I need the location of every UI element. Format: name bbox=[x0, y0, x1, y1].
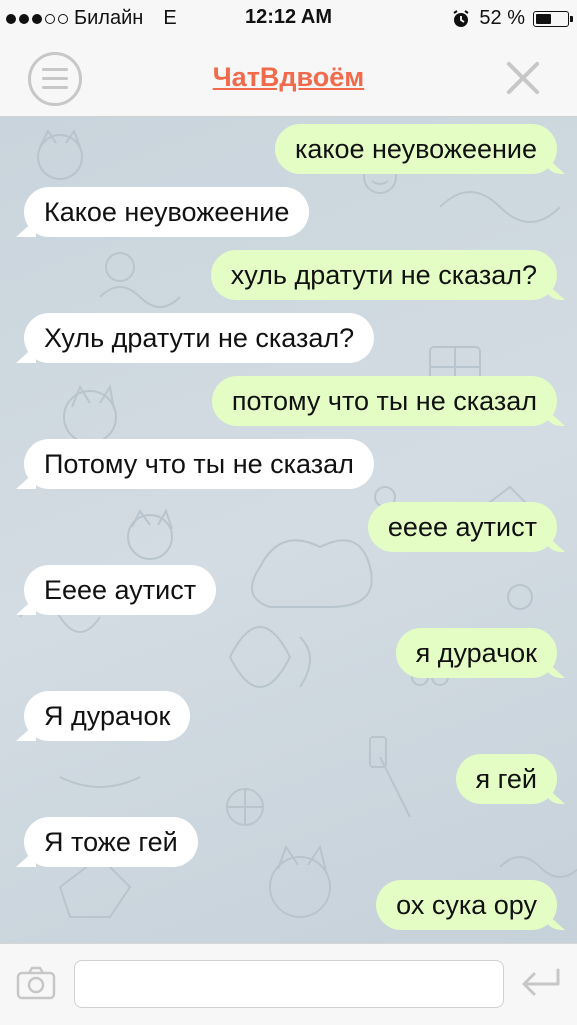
outgoing-message[interactable]: хуль дратути не сказал? bbox=[210, 250, 557, 300]
battery-percent: 52 % bbox=[479, 7, 525, 29]
outgoing-message[interactable]: ееее аутист bbox=[367, 502, 557, 552]
status-bar: Билайн E 12:12 AM 52 % bbox=[0, 0, 577, 38]
outgoing-message[interactable]: я дурачок bbox=[395, 628, 557, 678]
chat-title[interactable]: ЧатВдвоём bbox=[0, 62, 577, 93]
navigation-bar: ЧатВдвоём bbox=[0, 38, 577, 117]
outgoing-message[interactable]: какое неувожеение bbox=[274, 124, 557, 174]
outgoing-message[interactable]: потому что ты не сказал bbox=[211, 376, 557, 426]
alarm-clock-icon bbox=[453, 9, 469, 27]
camera-icon[interactable] bbox=[16, 966, 56, 1000]
chat-area[interactable]: какое неувожеение Какое неувожеение хуль д… bbox=[0, 117, 577, 943]
message-input[interactable] bbox=[74, 960, 504, 1008]
incoming-message[interactable]: Я дурачок bbox=[24, 691, 191, 741]
status-right: 52 % bbox=[451, 7, 573, 30]
input-bar bbox=[0, 943, 577, 1025]
incoming-message[interactable]: Еeee аутист bbox=[24, 565, 217, 615]
incoming-message[interactable]: Какое неувожеение bbox=[24, 187, 310, 237]
incoming-message[interactable]: Я тоже гей bbox=[24, 817, 198, 867]
outgoing-message[interactable]: я гей bbox=[455, 754, 557, 804]
outgoing-message[interactable]: ох сука ору bbox=[376, 880, 557, 930]
send-arrow-icon[interactable] bbox=[518, 966, 562, 1002]
battery-icon bbox=[533, 10, 573, 27]
incoming-message[interactable]: Хуль дратути не сказал? bbox=[24, 313, 375, 363]
incoming-message[interactable]: Потому что ты не сказал bbox=[24, 439, 374, 489]
close-icon[interactable] bbox=[505, 60, 541, 96]
